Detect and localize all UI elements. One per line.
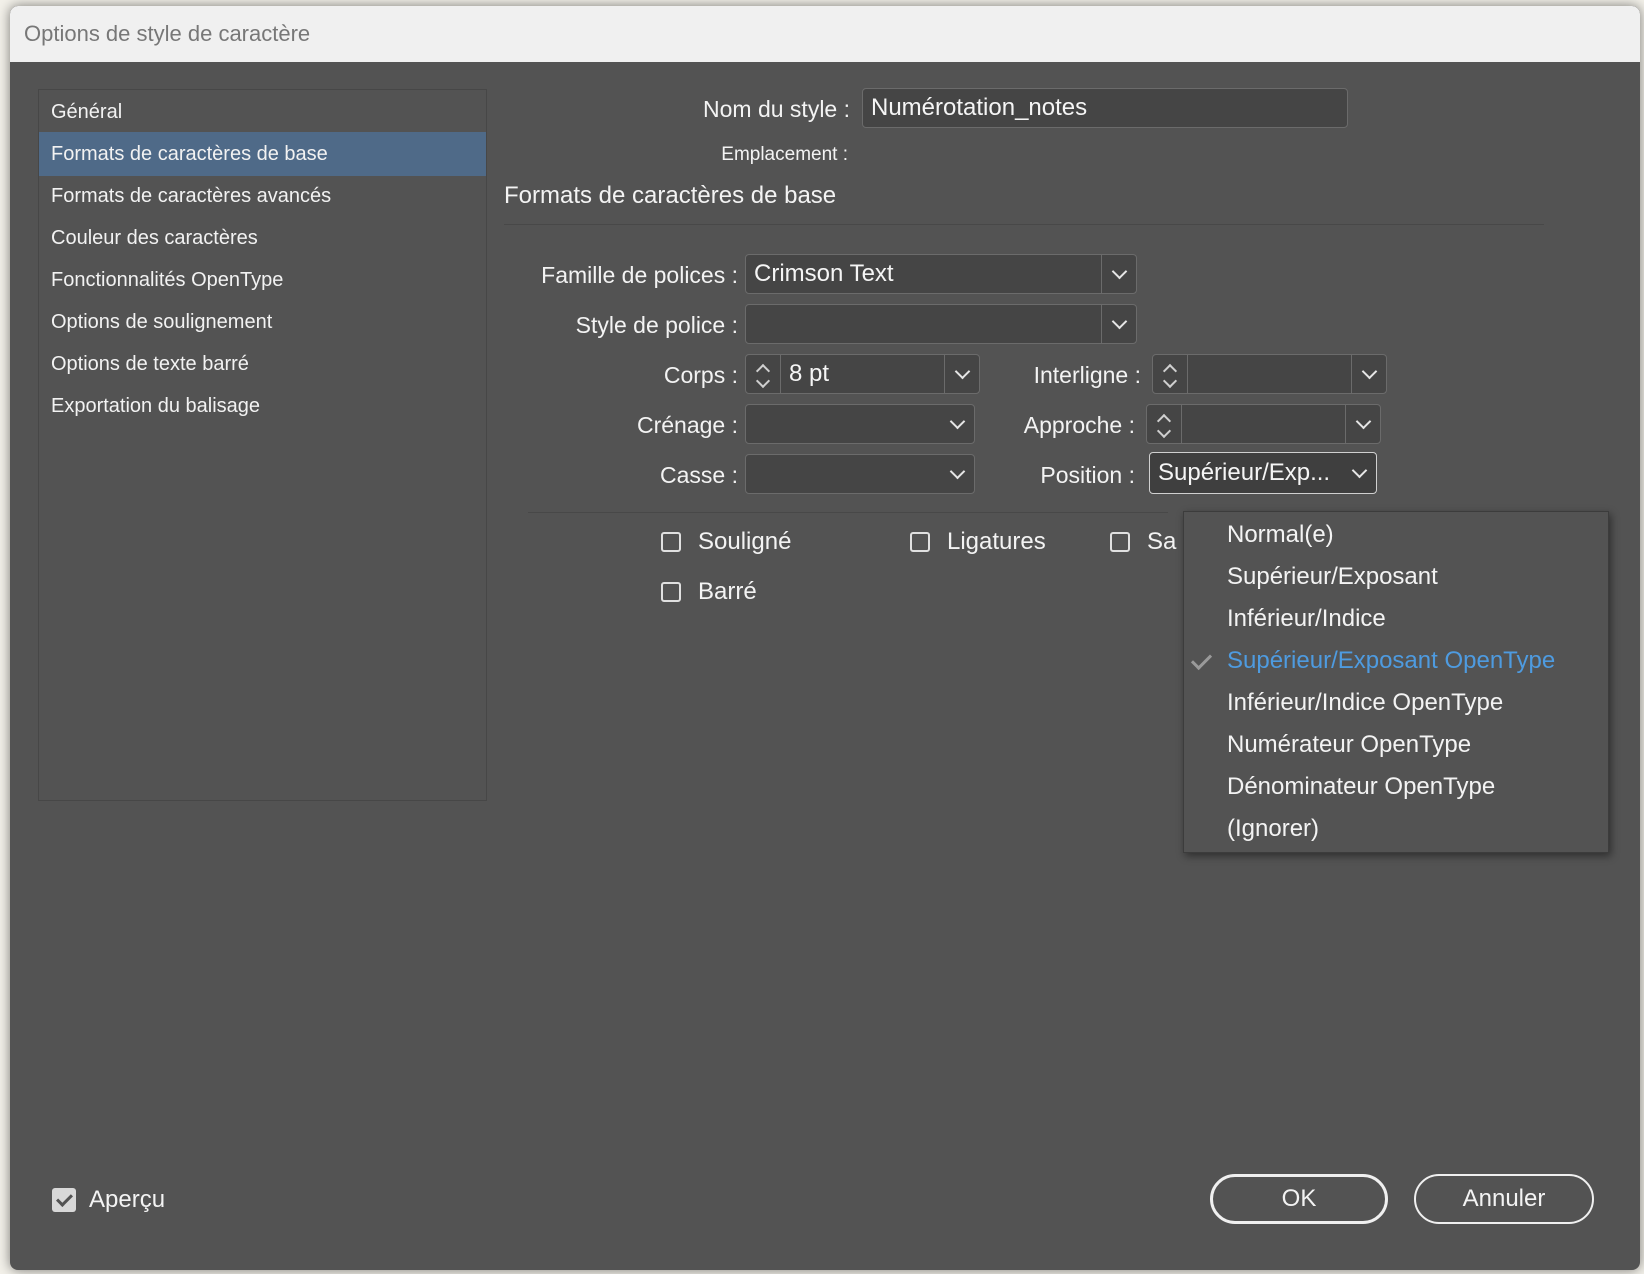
chevron-down-icon[interactable]	[1101, 255, 1136, 293]
position-dropdown[interactable]: Supérieur/Exp...	[1149, 452, 1377, 494]
position-menu: Normal(e) Supérieur/Exposant Inférieur/I…	[1183, 511, 1609, 853]
section-divider	[504, 224, 1544, 225]
font-family-value: Crimson Text	[754, 260, 894, 287]
dialog-title: Options de style de caractère	[24, 21, 311, 46]
menu-item-opentype-subscript[interactable]: Inférieur/Indice OpenType	[1184, 682, 1608, 724]
tracking-combobox[interactable]	[1146, 404, 1381, 444]
underline-checkbox[interactable]	[661, 532, 681, 552]
no-break-checkbox[interactable]	[1110, 532, 1130, 552]
tracking-stepper[interactable]	[1147, 405, 1182, 443]
nav-item-advanced-character-formats[interactable]: Formats de caractères avancés	[39, 174, 486, 218]
chevron-down-icon[interactable]	[940, 455, 974, 493]
style-name-label: Nom du style :	[703, 96, 850, 122]
font-style-label: Style de police :	[575, 312, 738, 338]
arrow-down-icon[interactable]	[755, 373, 771, 389]
section-title: Formats de caractères de base	[504, 182, 837, 209]
menu-item-normal[interactable]: Normal(e)	[1184, 514, 1608, 556]
title-bar: Options de style de caractère	[10, 6, 1640, 62]
chevron-down-icon[interactable]	[1351, 355, 1386, 393]
preview-label: Aperçu	[89, 1186, 166, 1213]
case-label: Casse :	[660, 462, 738, 488]
size-label: Corps :	[663, 362, 738, 388]
style-name-value: Numérotation_notes	[871, 94, 1088, 121]
nav-item-character-color[interactable]: Couleur des caractères	[39, 216, 486, 260]
chevron-down-icon[interactable]	[1101, 305, 1136, 343]
size-combobox[interactable]: 8 pt	[745, 354, 980, 394]
location-label: Emplacement :	[721, 144, 848, 165]
nav-item-export-tagging[interactable]: Exportation du balisage	[39, 384, 486, 428]
font-family-dropdown[interactable]: Crimson Text	[745, 254, 1137, 294]
menu-item-ignore[interactable]: (Ignorer)	[1184, 808, 1608, 850]
menu-item-subscript[interactable]: Inférieur/Indice	[1184, 598, 1608, 640]
menu-item-opentype-superscript-label: Supérieur/Exposant OpenType	[1227, 647, 1556, 674]
size-value: 8 pt	[789, 360, 830, 387]
chevron-down-icon[interactable]	[1342, 453, 1376, 493]
size-stepper[interactable]	[746, 355, 781, 393]
no-break-label: Sa	[1147, 528, 1177, 555]
checkmark-icon	[1190, 648, 1213, 671]
kerning-label: Crénage :	[636, 412, 738, 438]
ligatures-label: Ligatures	[947, 528, 1046, 555]
tracking-label: Approche :	[1023, 412, 1135, 438]
case-dropdown[interactable]	[745, 454, 975, 494]
menu-item-superscript[interactable]: Supérieur/Exposant	[1184, 556, 1608, 598]
category-list: Général Formats de caractères de base Fo…	[38, 89, 487, 801]
position-value: Supérieur/Exp...	[1158, 459, 1331, 486]
nav-item-general[interactable]: Général	[39, 90, 486, 134]
chevron-down-icon[interactable]	[940, 405, 974, 443]
nav-item-basic-character-formats[interactable]: Formats de caractères de base	[39, 132, 486, 176]
nav-item-strikethrough-options[interactable]: Options de texte barré	[39, 342, 486, 386]
arrow-down-icon[interactable]	[1156, 423, 1172, 439]
kerning-dropdown[interactable]	[745, 404, 975, 444]
preview-checkbox[interactable]	[52, 1188, 76, 1212]
font-style-dropdown[interactable]	[745, 304, 1137, 344]
nav-item-underline-options[interactable]: Options de soulignement	[39, 300, 486, 344]
font-family-label: Famille de polices :	[541, 262, 738, 288]
ligatures-checkbox[interactable]	[910, 532, 930, 552]
ok-button[interactable]: OK	[1210, 1174, 1388, 1224]
leading-stepper[interactable]	[1153, 355, 1188, 393]
cancel-button[interactable]: Annuler	[1414, 1174, 1594, 1224]
nav-item-opentype-features[interactable]: Fonctionnalités OpenType	[39, 258, 486, 302]
arrow-down-icon[interactable]	[1162, 373, 1178, 389]
checkmark-icon	[56, 1190, 73, 1207]
strikethrough-checkbox[interactable]	[661, 582, 681, 602]
leading-combobox[interactable]	[1152, 354, 1387, 394]
menu-item-opentype-superscript[interactable]: Supérieur/Exposant OpenType	[1184, 640, 1608, 682]
style-name-input[interactable]: Numérotation_notes	[862, 88, 1348, 128]
leading-label: Interligne :	[1033, 362, 1141, 388]
fields-divider	[528, 512, 1168, 513]
menu-item-opentype-numerator[interactable]: Numérateur OpenType	[1184, 724, 1608, 766]
menu-item-opentype-denominator[interactable]: Dénominateur OpenType	[1184, 766, 1608, 808]
chevron-down-icon[interactable]	[1345, 405, 1380, 443]
chevron-down-icon[interactable]	[944, 355, 979, 393]
underline-label: Souligné	[698, 528, 792, 555]
position-label: Position :	[1040, 462, 1135, 488]
strikethrough-label: Barré	[698, 578, 757, 605]
